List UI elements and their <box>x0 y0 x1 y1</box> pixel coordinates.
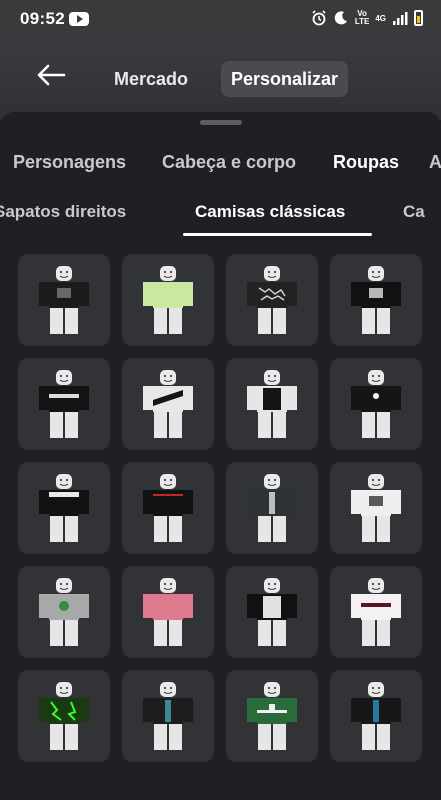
avatar-shirt-preview <box>143 370 193 438</box>
avatar-shirt-preview <box>247 682 297 750</box>
alarm-icon <box>312 10 326 26</box>
avatar-shirt-preview <box>247 474 297 542</box>
avatar-shirt-preview <box>143 266 193 334</box>
tab-next-subcategory[interactable]: Ca <box>403 202 425 222</box>
avatar-shirt-preview <box>247 370 297 438</box>
avatar-shirt-preview <box>351 266 401 334</box>
tab-mercado[interactable]: Mercado <box>104 61 198 97</box>
shirt-item-tile[interactable] <box>122 358 214 450</box>
status-bar: 09:52 Vo LTE 4G <box>0 0 441 38</box>
shirt-item-tile[interactable] <box>122 566 214 658</box>
shirt-item-tile[interactable] <box>330 670 422 762</box>
status-icons: Vo LTE 4G <box>311 10 423 26</box>
avatar-shirt-preview <box>143 474 193 542</box>
shirt-item-tile[interactable] <box>18 358 110 450</box>
avatar-shirt-preview <box>247 578 297 646</box>
moon-icon <box>334 11 347 25</box>
avatar-shirt-preview <box>351 682 401 750</box>
avatar-shirt-preview <box>39 370 89 438</box>
shirt-item-tile[interactable] <box>226 358 318 450</box>
avatar-shirt-preview <box>39 578 89 646</box>
tab-roupas[interactable]: Roupas <box>333 152 399 173</box>
avatar-shirt-preview <box>351 578 401 646</box>
drag-handle[interactable] <box>200 120 242 125</box>
avatar-shirt-preview <box>247 266 297 334</box>
avatar-shirt-preview <box>39 266 89 334</box>
shirt-item-tile[interactable] <box>226 566 318 658</box>
customize-sheet: Personagens Cabeça e corpo Roupas A Sapa… <box>0 112 441 800</box>
shirt-item-tile[interactable] <box>330 566 422 658</box>
shirt-item-tile[interactable] <box>18 566 110 658</box>
tab-personalizar[interactable]: Personalizar <box>221 61 349 97</box>
avatar-shirt-preview <box>39 474 89 542</box>
shirt-item-tile[interactable] <box>330 358 422 450</box>
status-time: 09:52 <box>20 9 65 28</box>
subcategory-tabs: Sapatos direitos Camisas clássicas Ca <box>0 200 441 240</box>
shirt-item-tile[interactable] <box>18 254 110 346</box>
shirt-item-tile[interactable] <box>330 254 422 346</box>
tab-next-category[interactable]: A <box>429 152 441 173</box>
avatar-shirt-preview <box>143 578 193 646</box>
active-tab-indicator <box>183 233 372 236</box>
volte-label: Vo LTE <box>354 9 370 26</box>
youtube-notification-icon <box>69 12 89 26</box>
shirt-item-tile[interactable] <box>122 462 214 554</box>
avatar-shirt-preview <box>39 682 89 750</box>
top-navigation: Mercado Personalizar <box>0 38 441 120</box>
avatar-shirt-preview <box>351 370 401 438</box>
category-tabs: Personagens Cabeça e corpo Roupas A <box>0 152 441 182</box>
avatar-shirt-preview <box>351 474 401 542</box>
shirt-item-tile[interactable] <box>226 462 318 554</box>
shirt-item-tile[interactable] <box>18 462 110 554</box>
tab-cabeca-e-corpo[interactable]: Cabeça e corpo <box>162 152 296 173</box>
shirt-item-tile[interactable] <box>18 670 110 762</box>
avatar-shirt-preview <box>143 682 193 750</box>
tab-camisas-classicas[interactable]: Camisas clássicas <box>195 202 345 222</box>
battery-icon <box>414 10 423 26</box>
tab-sapatos-direitos[interactable]: Sapatos direitos <box>0 202 126 222</box>
shirt-item-tile[interactable] <box>122 254 214 346</box>
shirt-item-tile[interactable] <box>226 254 318 346</box>
shirt-item-tile[interactable] <box>330 462 422 554</box>
shirt-item-tile[interactable] <box>226 670 318 762</box>
signal-icon <box>393 12 408 25</box>
network-type: 4G <box>375 13 386 23</box>
tab-personagens[interactable]: Personagens <box>13 152 126 173</box>
shirt-item-tile[interactable] <box>122 670 214 762</box>
back-arrow-icon[interactable] <box>34 60 68 90</box>
